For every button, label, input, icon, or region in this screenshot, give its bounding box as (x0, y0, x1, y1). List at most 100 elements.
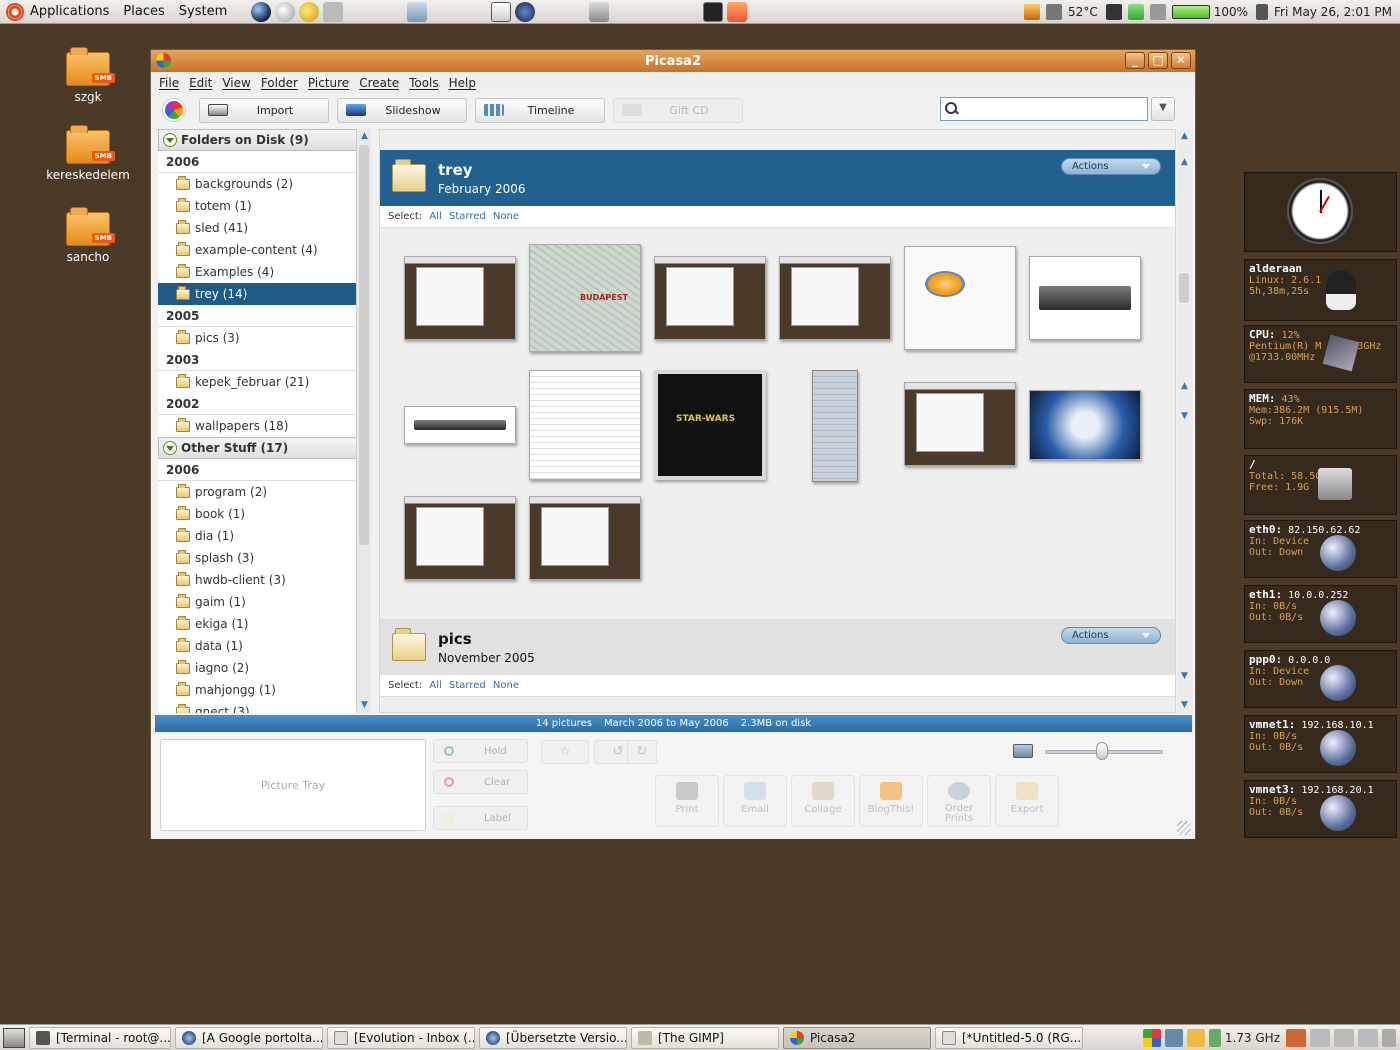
window-titlebar[interactable]: Picasa2 _ □ ✕ (151, 50, 1195, 72)
volume-icon[interactable] (1256, 4, 1269, 20)
slideshow-button[interactable]: Slideshow (337, 97, 467, 123)
folder-item-kepek-februar[interactable]: kepek_februar (21) (158, 371, 364, 393)
ubuntu-logo-icon[interactable] (6, 2, 24, 21)
picasa-tray-icon[interactable] (1142, 1029, 1161, 1047)
search-input[interactable] (963, 99, 1147, 119)
photo-thumbnail[interactable] (529, 370, 641, 480)
notes-icon[interactable] (491, 1, 512, 22)
search-options-button[interactable]: ▼ (1151, 97, 1175, 121)
scroll-up-icon[interactable]: ▲ (357, 129, 372, 144)
folder-item-wallpapers[interactable]: wallpapers (18) (158, 415, 364, 437)
menu-help[interactable]: Help (449, 76, 476, 90)
folder-item-examples[interactable]: Examples (4) (158, 261, 364, 283)
rotate-right-button[interactable]: ↻ (627, 740, 657, 764)
select-none-link[interactable]: None (493, 211, 519, 222)
folder-item-ekiga[interactable]: ekiga (1) (158, 613, 364, 635)
task-picasa[interactable]: Picasa2 (783, 1026, 931, 1049)
scrollbar-thumb[interactable] (359, 145, 369, 545)
task-gimp[interactable]: [The GIMP] (631, 1026, 779, 1049)
close-button[interactable]: ✕ (1171, 52, 1191, 69)
task-translation[interactable]: [Übersetzte Versio... (479, 1026, 627, 1049)
select-all-link[interactable]: All (429, 680, 441, 691)
folder-item-totem[interactable]: totem (1) (158, 195, 364, 217)
collapse-icon[interactable] (163, 441, 177, 455)
collapse-icon[interactable] (163, 133, 177, 147)
group-header-other-stuff[interactable]: Other Stuff (17) (158, 437, 364, 459)
search-box[interactable] (940, 97, 1148, 121)
scroll-down-icon[interactable]: ▼ (357, 698, 372, 713)
system-menu[interactable]: System (179, 4, 227, 19)
display-icon[interactable] (1105, 4, 1122, 20)
terminal-icon[interactable] (703, 1, 724, 22)
maximize-button[interactable]: □ (1148, 52, 1168, 69)
minimize-button[interactable]: _ (1125, 52, 1145, 69)
scrollbar-thumb[interactable] (1179, 273, 1189, 303)
clear-button[interactable]: Clear (433, 770, 528, 794)
photo-thumbnail[interactable] (529, 496, 641, 580)
folder-item-gaim[interactable]: gaim (1) (158, 591, 364, 613)
folder-item-iagno[interactable]: iagno (2) (158, 657, 364, 679)
task-evolution[interactable]: [Evolution - Inbox (... (327, 1026, 475, 1049)
scroll-up-icon[interactable]: ▲ (1177, 129, 1192, 144)
print-button[interactable]: Print (655, 775, 719, 827)
gift-cd-button[interactable]: Gift CD (613, 97, 743, 123)
order-prints-button[interactable]: Order Prints (927, 775, 991, 827)
workspace-icon[interactable] (1164, 1029, 1183, 1047)
menu-edit[interactable]: Edit (189, 76, 212, 90)
clock[interactable]: Fri May 26, 2:01 PM (1274, 5, 1392, 19)
folder-item-backgrounds[interactable]: backgrounds (2) (158, 173, 364, 195)
globe-tool-icon[interactable] (515, 1, 536, 22)
evolution-icon[interactable] (275, 1, 296, 22)
photo-thumbnail[interactable] (404, 256, 516, 340)
photo-thumbnail[interactable] (654, 370, 766, 480)
workspace-switcher[interactable] (1334, 1029, 1354, 1047)
menu-view[interactable]: View (222, 76, 250, 90)
folder-list-scrollbar[interactable]: ▲ ▼ (356, 129, 371, 713)
photo-thumbnail[interactable] (654, 256, 766, 340)
select-none-link[interactable]: None (493, 680, 519, 691)
desktop-icon-szgk[interactable]: SMB szgk (48, 47, 128, 104)
photo-thumbnail[interactable] (404, 406, 516, 444)
photo-thumbnail[interactable] (404, 496, 516, 580)
task-untitled[interactable]: [*Untitled-5.0 (RG... (935, 1026, 1083, 1049)
web-browser-icon[interactable] (251, 1, 272, 22)
photo-thumbnail[interactable] (529, 244, 641, 352)
page-up-icon[interactable]: ▲ (1177, 155, 1192, 170)
cpufreq-icon[interactable] (1208, 1029, 1221, 1047)
photo-thumbnail[interactable] (812, 370, 858, 482)
email-button[interactable]: Email (723, 775, 787, 827)
folder-header-trey[interactable]: trey February 2006 Actions (380, 150, 1175, 206)
actions-dropdown[interactable]: Actions (1061, 158, 1161, 175)
folder-item-qnect[interactable]: qnect (3) (158, 701, 364, 713)
photo-thumbnail[interactable] (1029, 390, 1141, 460)
folder-item-splash[interactable]: splash (3) (158, 547, 364, 569)
weather-icon[interactable] (1024, 4, 1041, 20)
resize-grip[interactable] (1177, 821, 1191, 835)
jump-up-icon[interactable]: ▲ (1177, 379, 1192, 394)
select-starred-link[interactable]: Starred (449, 680, 486, 691)
library-scrollbar[interactable]: ▲ ▲ ▲ ▼ ▼ ▼ (1177, 129, 1192, 713)
workspace-switcher[interactable] (1358, 1029, 1378, 1047)
folder-item-mahjongg[interactable]: mahjongg (1) (158, 679, 364, 701)
timeline-button[interactable]: Timeline (475, 97, 605, 123)
home-folder-icon[interactable] (727, 1, 748, 22)
workspace-switcher[interactable] (1310, 1029, 1330, 1047)
photo-thumbnail[interactable] (904, 246, 1016, 350)
battery-icon[interactable] (1171, 5, 1210, 19)
folder-item-program[interactable]: program (2) (158, 481, 364, 503)
folder-header-pics[interactable]: pics November 2005 Actions (380, 619, 1175, 675)
menu-picture[interactable]: Picture (308, 76, 349, 90)
label-button[interactable]: Label (433, 806, 528, 830)
menu-file[interactable]: File (159, 76, 179, 90)
task-terminal[interactable]: [Terminal - root@... (29, 1026, 171, 1049)
photo-thumbnail[interactable] (779, 256, 891, 340)
jump-down-icon[interactable]: ▼ (1177, 409, 1192, 424)
picasa-app-icon[interactable] (156, 53, 171, 68)
folder-item-pics[interactable]: pics (3) (158, 327, 364, 349)
calculator-icon[interactable] (589, 1, 610, 22)
picture-tray[interactable]: Picture Tray (160, 739, 426, 831)
group-header-folders-on-disk[interactable]: Folders on Disk (9) (158, 129, 364, 151)
folder-item-trey[interactable]: trey (14) (158, 283, 364, 305)
workspace-switcher-active[interactable] (1286, 1029, 1306, 1047)
collage-button[interactable]: Collage (791, 775, 855, 827)
